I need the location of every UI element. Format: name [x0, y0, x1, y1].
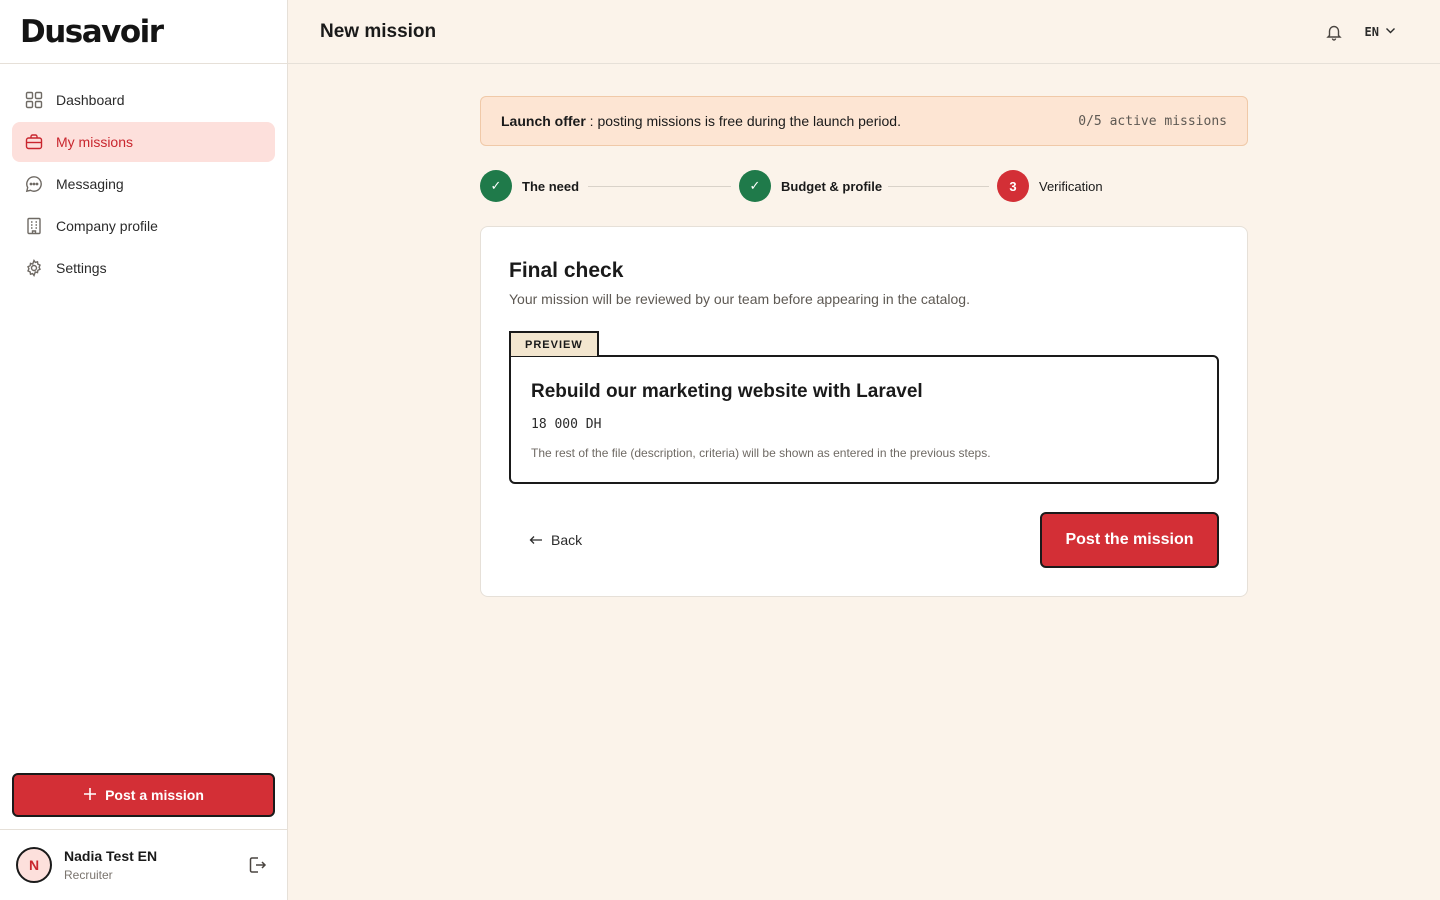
logout-icon[interactable]: [247, 855, 267, 875]
sidebar-item-label: Messaging: [56, 176, 124, 192]
card-subtitle: Your mission will be reviewed by our tea…: [509, 291, 970, 307]
sidebar-item-messaging[interactable]: Messaging: [12, 164, 275, 204]
final-check-card: Final check Your mission will be reviewe…: [480, 226, 1248, 597]
grid-icon: [24, 90, 44, 110]
top-bar-actions: EN: [1325, 23, 1408, 41]
post-a-mission-label: Post a mission: [105, 787, 204, 803]
gear-icon: [24, 258, 44, 278]
page-title: New mission: [320, 20, 437, 42]
building-icon: [24, 216, 44, 236]
step-label: Budget & profile: [781, 178, 883, 194]
briefcase-icon: [24, 132, 44, 152]
plus-icon: [83, 787, 97, 804]
card-actions: Back Post the mission: [509, 512, 1219, 568]
user-info: Nadia Test EN Recruiter: [64, 848, 157, 882]
banner-message: : posting missions is free during the la…: [585, 113, 901, 129]
preview-tab: PREVIEW: [509, 331, 599, 356]
step-marker: ✓: [480, 170, 512, 202]
user-name: Nadia Test EN: [64, 848, 158, 864]
step-label: Verification: [1039, 178, 1103, 194]
step-label: The need: [522, 178, 580, 194]
sidebar-item-label: Company profile: [56, 218, 158, 234]
step-the-need[interactable]: ✓ The need: [480, 170, 579, 202]
avatar[interactable]: N: [16, 847, 52, 883]
step-budget-profile[interactable]: ✓ Budget & profile: [739, 170, 882, 202]
preview-note: The rest of the file (description, crite…: [531, 446, 991, 460]
stepper: ✓ The need ✓ Budget & profile 3 Verifica…: [480, 146, 1248, 226]
chat-icon: [24, 174, 44, 194]
mission-budget: 18 000 DH: [531, 417, 602, 432]
back-label: Back: [551, 532, 583, 548]
sidebar-item-label: My missions: [56, 134, 134, 150]
mission-preview: Rebuild our marketing website with Larav…: [509, 355, 1219, 484]
step-connector: [588, 186, 731, 187]
step-marker: 3: [997, 170, 1029, 202]
launch-offer-banner: Launch offer : posting missions is free …: [480, 96, 1248, 146]
language-selector[interactable]: EN: [1365, 25, 1396, 39]
mission-title: Rebuild our marketing website with Larav…: [531, 381, 923, 402]
sidebar-item-my-missions[interactable]: My missions: [12, 122, 275, 162]
sidebar-item-settings[interactable]: Settings: [12, 248, 275, 288]
sidebar-item-label: Dashboard: [56, 92, 125, 108]
top-bar: New mission EN: [288, 0, 1440, 64]
back-button[interactable]: Back: [509, 532, 582, 548]
active-missions-count: 0/5 active missions: [1078, 113, 1227, 129]
banner-text: Launch offer : posting missions is free …: [501, 113, 901, 129]
sidebar: Dusavoir Dashboard My missions Messaging…: [0, 0, 288, 900]
sidebar-item-dashboard[interactable]: Dashboard: [12, 80, 275, 120]
main-content: Launch offer : posting missions is free …: [480, 96, 1248, 597]
chevron-down-icon: [1385, 25, 1396, 39]
sidebar-item-label: Settings: [56, 260, 107, 276]
app-logo[interactable]: Dusavoir: [0, 0, 287, 64]
sidebar-item-company-profile[interactable]: Company profile: [12, 206, 275, 246]
banner-title: Launch offer: [501, 113, 586, 129]
step-verification: 3 Verification: [997, 170, 1103, 202]
arrow-left-icon: [529, 532, 543, 548]
bell-icon[interactable]: [1325, 23, 1343, 41]
step-marker: ✓: [739, 170, 771, 202]
step-connector: [888, 186, 989, 187]
sidebar-nav: Dashboard My missions Messaging Company …: [0, 64, 287, 306]
post-a-mission-button[interactable]: Post a mission: [12, 773, 275, 817]
language-label: EN: [1364, 24, 1379, 39]
user-panel: N Nadia Test EN Recruiter: [0, 829, 287, 900]
post-the-mission-button[interactable]: Post the mission: [1040, 512, 1219, 568]
user-role: Recruiter: [64, 868, 113, 882]
card-title: Final check: [509, 259, 624, 282]
